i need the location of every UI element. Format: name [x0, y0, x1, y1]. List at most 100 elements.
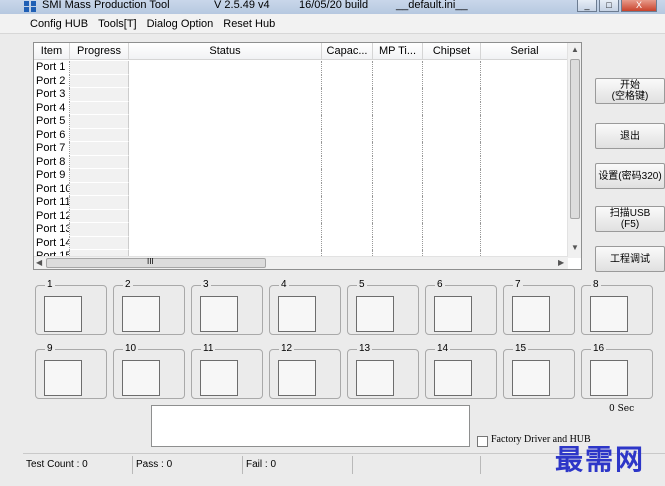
horizontal-scrollbar[interactable]: ◀ III ▶	[34, 256, 568, 269]
maximize-button[interactable]: □	[599, 0, 619, 12]
port-number-label: 11	[201, 343, 216, 354]
engineering-debug-button[interactable]: 工程调试	[595, 246, 665, 272]
cell-status	[129, 155, 322, 169]
menu-config-hub[interactable]: Config HUB	[30, 18, 88, 30]
ini-label: __default.ini__	[396, 0, 468, 11]
cell-chipset	[423, 182, 481, 196]
table-row[interactable]: Port 8	[34, 155, 568, 170]
port-number-label: 3	[201, 279, 211, 290]
col-mp-time[interactable]: MP Ti...	[373, 43, 423, 60]
table-row[interactable]: Port 4	[34, 101, 568, 115]
port-status-box	[356, 360, 394, 396]
port-status-box	[44, 296, 82, 332]
port-number-label: 6	[435, 279, 445, 290]
table-row[interactable]: Port 13	[34, 223, 568, 237]
port-table: Item Progress Status Capac... MP Ti... C…	[33, 42, 582, 270]
menu-tools[interactable]: Tools[T]	[98, 18, 137, 30]
scroll-grip: III	[147, 257, 154, 266]
table-row[interactable]: Port 14	[34, 236, 568, 250]
table-row[interactable]: Port 9	[34, 169, 568, 183]
cell-mptime	[373, 169, 423, 183]
start-button[interactable]: 开始 (空格键)	[595, 78, 665, 104]
cell-item: Port 14	[36, 236, 70, 250]
port-group: 3	[191, 279, 263, 335]
cell-mptime	[373, 74, 423, 88]
col-serial[interactable]: Serial	[481, 43, 568, 60]
cell-progress	[70, 236, 129, 250]
cell-chipset	[423, 155, 481, 169]
table-row[interactable]: Port 7	[34, 142, 568, 156]
cell-progress	[70, 223, 129, 237]
watermark-logo: 最需网	[555, 443, 646, 476]
cell-capacity	[322, 169, 373, 183]
table-row[interactable]: Port 11	[34, 196, 568, 210]
minimize-icon: _	[584, 0, 590, 10]
cell-status	[129, 196, 322, 210]
cell-progress	[70, 101, 129, 115]
cell-mptime	[373, 88, 423, 102]
port-group: 6	[425, 279, 497, 335]
port-number-label: 5	[357, 279, 367, 290]
cell-item: Port 9	[34, 169, 70, 183]
cell-progress	[70, 169, 129, 183]
scan-usb-button[interactable]: 扫描USB (F5)	[595, 206, 665, 232]
port-number-label: 1	[45, 279, 55, 290]
cell-serial	[481, 129, 568, 143]
app-icon	[24, 1, 36, 12]
cell-item: Port 1	[34, 61, 70, 75]
cell-item: Port 3	[34, 88, 70, 102]
port-status-box	[590, 360, 628, 396]
col-chipset[interactable]: Chipset	[423, 43, 481, 60]
factory-driver-checkbox[interactable]	[477, 436, 488, 447]
col-item[interactable]: Item	[34, 43, 70, 60]
table-row[interactable]: Port 10	[34, 182, 568, 197]
port-status-box	[44, 360, 82, 396]
scroll-up-icon[interactable]: ▲	[571, 45, 579, 54]
port-group: 14	[425, 343, 497, 399]
cell-capacity	[322, 115, 373, 129]
scroll-left-icon[interactable]: ◀	[36, 258, 42, 267]
cell-mptime	[373, 236, 423, 250]
table-row[interactable]: Port 5	[34, 115, 568, 129]
cell-status	[129, 142, 322, 156]
cell-item: Port 2	[34, 74, 70, 88]
close-button[interactable]: X	[621, 0, 657, 12]
cell-progress	[70, 128, 129, 142]
port-status-box	[434, 296, 472, 332]
table-row[interactable]: Port 2	[34, 74, 568, 88]
col-progress[interactable]: Progress	[70, 43, 129, 60]
cell-serial	[481, 169, 568, 183]
cell-item: Port 7	[34, 142, 70, 156]
col-capacity[interactable]: Capac...	[322, 43, 373, 60]
table-row[interactable]: Port 12	[34, 209, 568, 223]
settings-button[interactable]: 设置(密码320)	[595, 163, 665, 189]
table-row[interactable]: Port 3	[34, 88, 568, 102]
scroll-down-icon[interactable]: ▼	[571, 243, 579, 252]
port-number-label: 9	[45, 343, 55, 354]
scroll-right-icon[interactable]: ▶	[558, 258, 564, 267]
cell-chipset	[423, 196, 481, 210]
cell-chipset	[423, 142, 481, 156]
cell-capacity	[322, 209, 373, 223]
col-status[interactable]: Status	[129, 43, 322, 60]
port-group: 10	[113, 343, 185, 399]
version-label: V 2.5.49 v4	[214, 0, 270, 11]
menu-reset-hub[interactable]: Reset Hub	[223, 18, 275, 30]
pass-count: Pass : 0	[133, 456, 243, 474]
vertical-scrollbar[interactable]: ▲ ▼	[567, 43, 581, 258]
cell-capacity	[322, 155, 373, 169]
menu-dialog-option[interactable]: Dialog Option	[147, 18, 214, 30]
port-group: 12	[269, 343, 341, 399]
cell-item: Port 6	[34, 128, 70, 142]
cell-serial	[481, 183, 568, 197]
cell-progress	[70, 115, 129, 129]
minimize-button[interactable]: _	[577, 0, 597, 12]
horizontal-scroll-thumb[interactable]: III	[46, 257, 266, 268]
cell-status	[129, 182, 322, 196]
port-group: 11	[191, 343, 263, 399]
exit-button[interactable]: 退出	[595, 123, 665, 149]
table-row[interactable]: Port 1	[34, 61, 568, 75]
table-row[interactable]: Port 6	[34, 128, 568, 143]
vertical-scroll-thumb[interactable]	[570, 59, 580, 219]
cell-serial	[481, 156, 568, 170]
